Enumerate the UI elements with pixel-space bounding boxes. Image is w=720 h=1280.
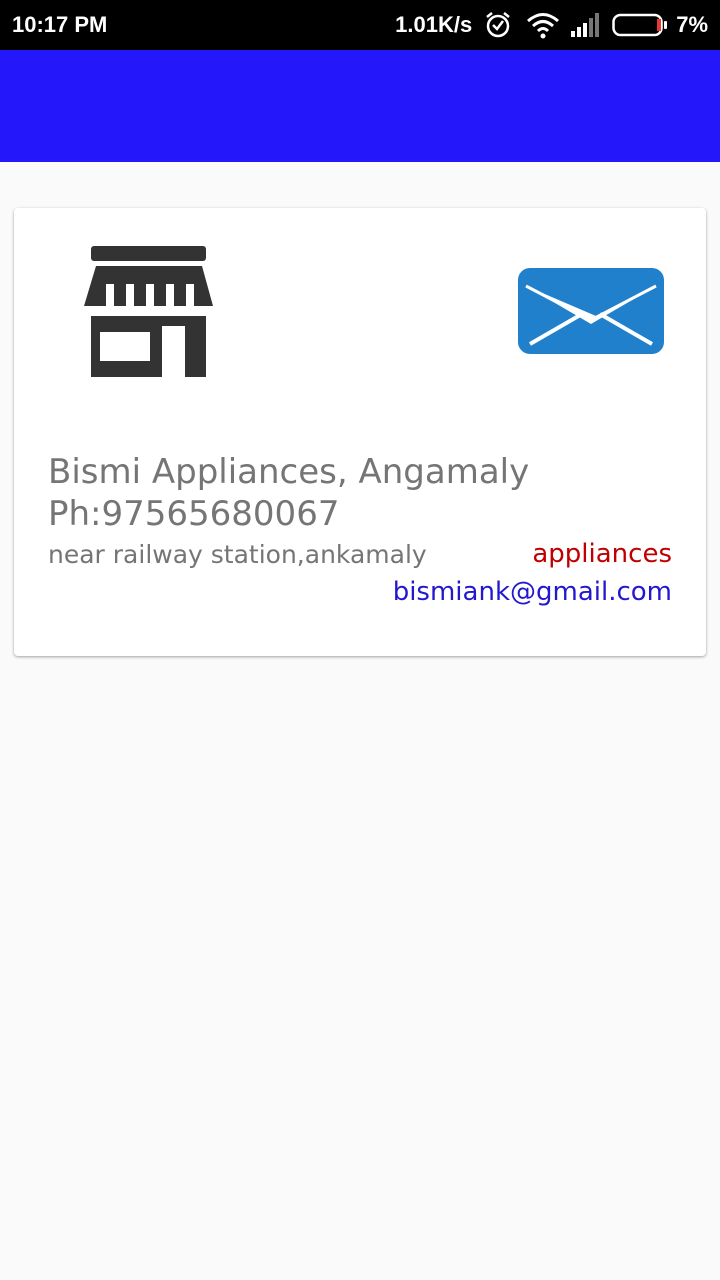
shop-category: appliances bbox=[532, 539, 672, 569]
status-indicators: 1.01K/s 7% bbox=[395, 10, 708, 40]
app-bar bbox=[0, 50, 720, 162]
alarm-icon bbox=[486, 12, 510, 38]
shop-name: Bismi Appliances, Angamaly bbox=[48, 452, 530, 492]
listing-card[interactable]: Bismi Appliances, Angamaly Ph:9756568006… bbox=[14, 208, 706, 656]
signal-icon bbox=[571, 13, 600, 37]
battery-icon bbox=[612, 13, 668, 37]
network-speed: 1.01K/s bbox=[395, 12, 473, 37]
shop-address: near railway station,ankamaly bbox=[48, 540, 427, 569]
mail-icon[interactable] bbox=[518, 268, 664, 354]
shop-phone[interactable]: Ph:97565680067 bbox=[48, 494, 339, 534]
shop-email[interactable]: bismiank@gmail.com bbox=[393, 577, 672, 607]
store-icon bbox=[84, 246, 213, 377]
wifi-icon bbox=[527, 13, 560, 39]
status-time: 10:17 PM bbox=[12, 12, 108, 37]
status-bar: 10:17 PM 1.01K/s 7% bbox=[0, 0, 720, 50]
battery-percent: 7% bbox=[676, 12, 708, 37]
